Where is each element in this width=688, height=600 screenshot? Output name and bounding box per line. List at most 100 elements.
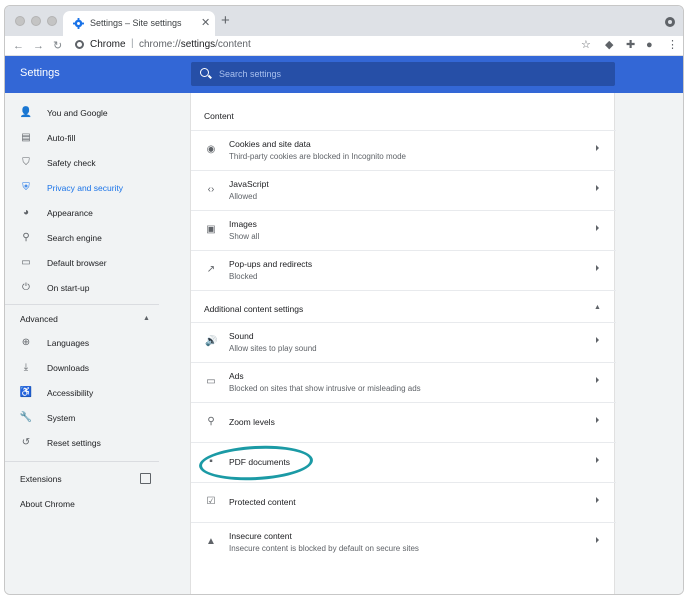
extensions-puzzle-icon[interactable]: ✚ (626, 39, 635, 52)
sidebar-item-safety-check[interactable]: ⛉ Safety check (5, 151, 185, 175)
forward-button[interactable]: → (33, 39, 44, 53)
search-icon: ⚲ (22, 232, 30, 243)
shield-check-icon: ⛉ (22, 157, 30, 168)
reload-button[interactable]: ↻ (53, 39, 62, 53)
sidebar: 👤 You and Google ▤ Auto-fill ⛉ Safety ch… (5, 93, 185, 594)
settings-row-zoom-levels[interactable]: ⚲ Zoom levels (191, 402, 616, 442)
gear-icon (73, 18, 84, 29)
row-subtitle: Allowed (229, 192, 258, 201)
url-origin: Chrome (90, 39, 126, 50)
shield-icon: ⛨ (22, 182, 30, 193)
extension-tag-icon[interactable]: ◆ (605, 39, 613, 52)
settings-row-popups[interactable]: ↗ Pop-ups and redirects Blocked (191, 250, 616, 290)
sidebar-item-label: Languages (47, 338, 90, 348)
chevron-right-icon (596, 497, 599, 503)
chevron-right-icon (596, 145, 599, 151)
browser-icon: ▭ (21, 257, 31, 268)
tab-settings[interactable]: Settings – Site settings ✕ (63, 11, 215, 36)
sidebar-item-about-chrome[interactable]: About Chrome (20, 499, 75, 509)
chevron-right-icon (596, 537, 599, 543)
sidebar-item-privacy-and-security[interactable]: ⛨ Privacy and security (5, 176, 185, 200)
url-separator: | (131, 38, 134, 49)
section-title-additional: Additional content settings (204, 304, 304, 314)
chevron-right-icon (596, 377, 599, 383)
browser-profile-icon[interactable] (665, 17, 675, 27)
sidebar-item-accessibility[interactable]: ♿ Accessibility (5, 381, 185, 405)
sidebar-item-label: Appearance (47, 208, 93, 218)
sidebar-item-search-engine[interactable]: ⚲ Search engine (5, 226, 185, 250)
chevron-up-icon: ▲ (594, 304, 601, 311)
settings-row-ads[interactable]: ▭ Ads Blocked on sites that show intrusi… (191, 362, 616, 402)
chevron-right-icon (596, 225, 599, 231)
sidebar-advanced-toggle[interactable]: Advanced (20, 314, 58, 324)
settings-row-insecure-content[interactable]: ▲ Insecure content Insecure content is b… (191, 522, 616, 562)
tab-strip: Settings – Site settings ✕ + (5, 6, 683, 36)
settings-row-protected-content[interactable]: ☑ Protected content (191, 482, 616, 522)
row-title: Insecure content (229, 531, 292, 541)
sidebar-item-reset-settings[interactable]: ↺ Reset settings (5, 431, 185, 455)
sidebar-item-default-browser[interactable]: ▭ Default browser (5, 251, 185, 275)
sidebar-item-extensions[interactable]: Extensions (20, 474, 62, 484)
site-settings-card: Content ◉ Cookies and site data Third-pa… (190, 93, 616, 594)
clipboard-icon: ▤ (21, 132, 31, 143)
back-button[interactable]: ← (13, 39, 24, 53)
settings-row-sound[interactable]: 🔊 Sound Allow sites to play sound (191, 322, 616, 362)
row-subtitle: Blocked (229, 272, 258, 281)
accessibility-icon: ♿ (19, 387, 33, 398)
avatar-icon[interactable]: ● (646, 39, 653, 52)
section-title-content: Content (204, 111, 234, 121)
search-input[interactable]: Search settings (191, 62, 615, 86)
power-icon: ⏻ (22, 282, 30, 293)
minimize-window-button[interactable] (31, 16, 41, 26)
sidebar-item-languages[interactable]: ⊕ Languages (5, 331, 185, 355)
row-title: PDF documents (229, 457, 290, 467)
row-subtitle: Show all (229, 232, 260, 241)
download-icon: ⤓ (23, 362, 29, 373)
sidebar-item-on-start-up[interactable]: ⏻ On start-up (5, 276, 185, 300)
sidebar-item-label: Search engine (47, 233, 102, 243)
sidebar-item-system[interactable]: 🔧 System (5, 406, 185, 430)
sidebar-item-appearance[interactable]: ◕ Appearance (5, 201, 185, 225)
url-suffix: /content (215, 39, 251, 50)
sidebar-item-label: Privacy and security (47, 183, 124, 193)
settings-header: Settings Search settings (5, 56, 683, 93)
sidebar-item-label: Reset settings (47, 438, 101, 448)
zoom-icon: ⚲ (207, 416, 215, 427)
chevron-right-icon (596, 265, 599, 271)
settings-row-pdf-documents[interactable]: ▪ PDF documents (191, 442, 616, 482)
maximize-window-button[interactable] (47, 16, 57, 26)
sidebar-item-you-and-google[interactable]: 👤 You and Google (5, 101, 185, 125)
close-window-button[interactable] (15, 16, 25, 26)
cookie-icon: ◉ (206, 144, 216, 155)
bookmark-star-icon[interactable]: ☆ (581, 39, 591, 52)
settings-row-javascript[interactable]: ‹› JavaScript Allowed (191, 170, 616, 210)
row-title: Sound (229, 331, 254, 341)
chevron-right-icon (596, 417, 599, 423)
settings-row-images[interactable]: ▣ Images Show all (191, 210, 616, 250)
sidebar-item-label: Default browser (47, 258, 107, 268)
row-title: Protected content (229, 497, 296, 507)
address-bar[interactable]: Chrome | chrome://settings/content (69, 37, 569, 54)
settings-row-cookies[interactable]: ◉ Cookies and site data Third-party cook… (191, 130, 616, 170)
row-title: Zoom levels (229, 417, 275, 427)
new-tab-button[interactable]: + (221, 13, 230, 28)
sidebar-item-downloads[interactable]: ⤓ Downloads (5, 356, 185, 380)
palette-icon: ◕ (22, 207, 30, 218)
row-title: Pop-ups and redirects (229, 259, 313, 269)
chrome-icon (75, 40, 84, 49)
ads-icon: ▭ (206, 376, 216, 387)
url-text: chrome://settings/content (139, 39, 251, 50)
close-icon[interactable]: ✕ (201, 16, 210, 29)
chevron-up-icon[interactable]: ▲ (143, 315, 150, 322)
reset-icon: ↺ (21, 437, 31, 448)
row-subtitle: Blocked on sites that show intrusive or … (229, 384, 421, 393)
popup-icon: ↗ (206, 264, 216, 275)
row-title: Images (229, 219, 257, 229)
open-in-new-icon[interactable] (140, 473, 151, 484)
row-subtitle: Allow sites to play sound (229, 344, 317, 353)
menu-kebab-icon[interactable]: ⋮ (667, 39, 678, 52)
person-icon: 👤 (19, 107, 33, 118)
sidebar-item-label: You and Google (47, 108, 108, 118)
browser-window: Settings – Site settings ✕ + ← → ↻ Chrom… (4, 5, 684, 595)
sidebar-item-auto-fill[interactable]: ▤ Auto-fill (5, 126, 185, 150)
